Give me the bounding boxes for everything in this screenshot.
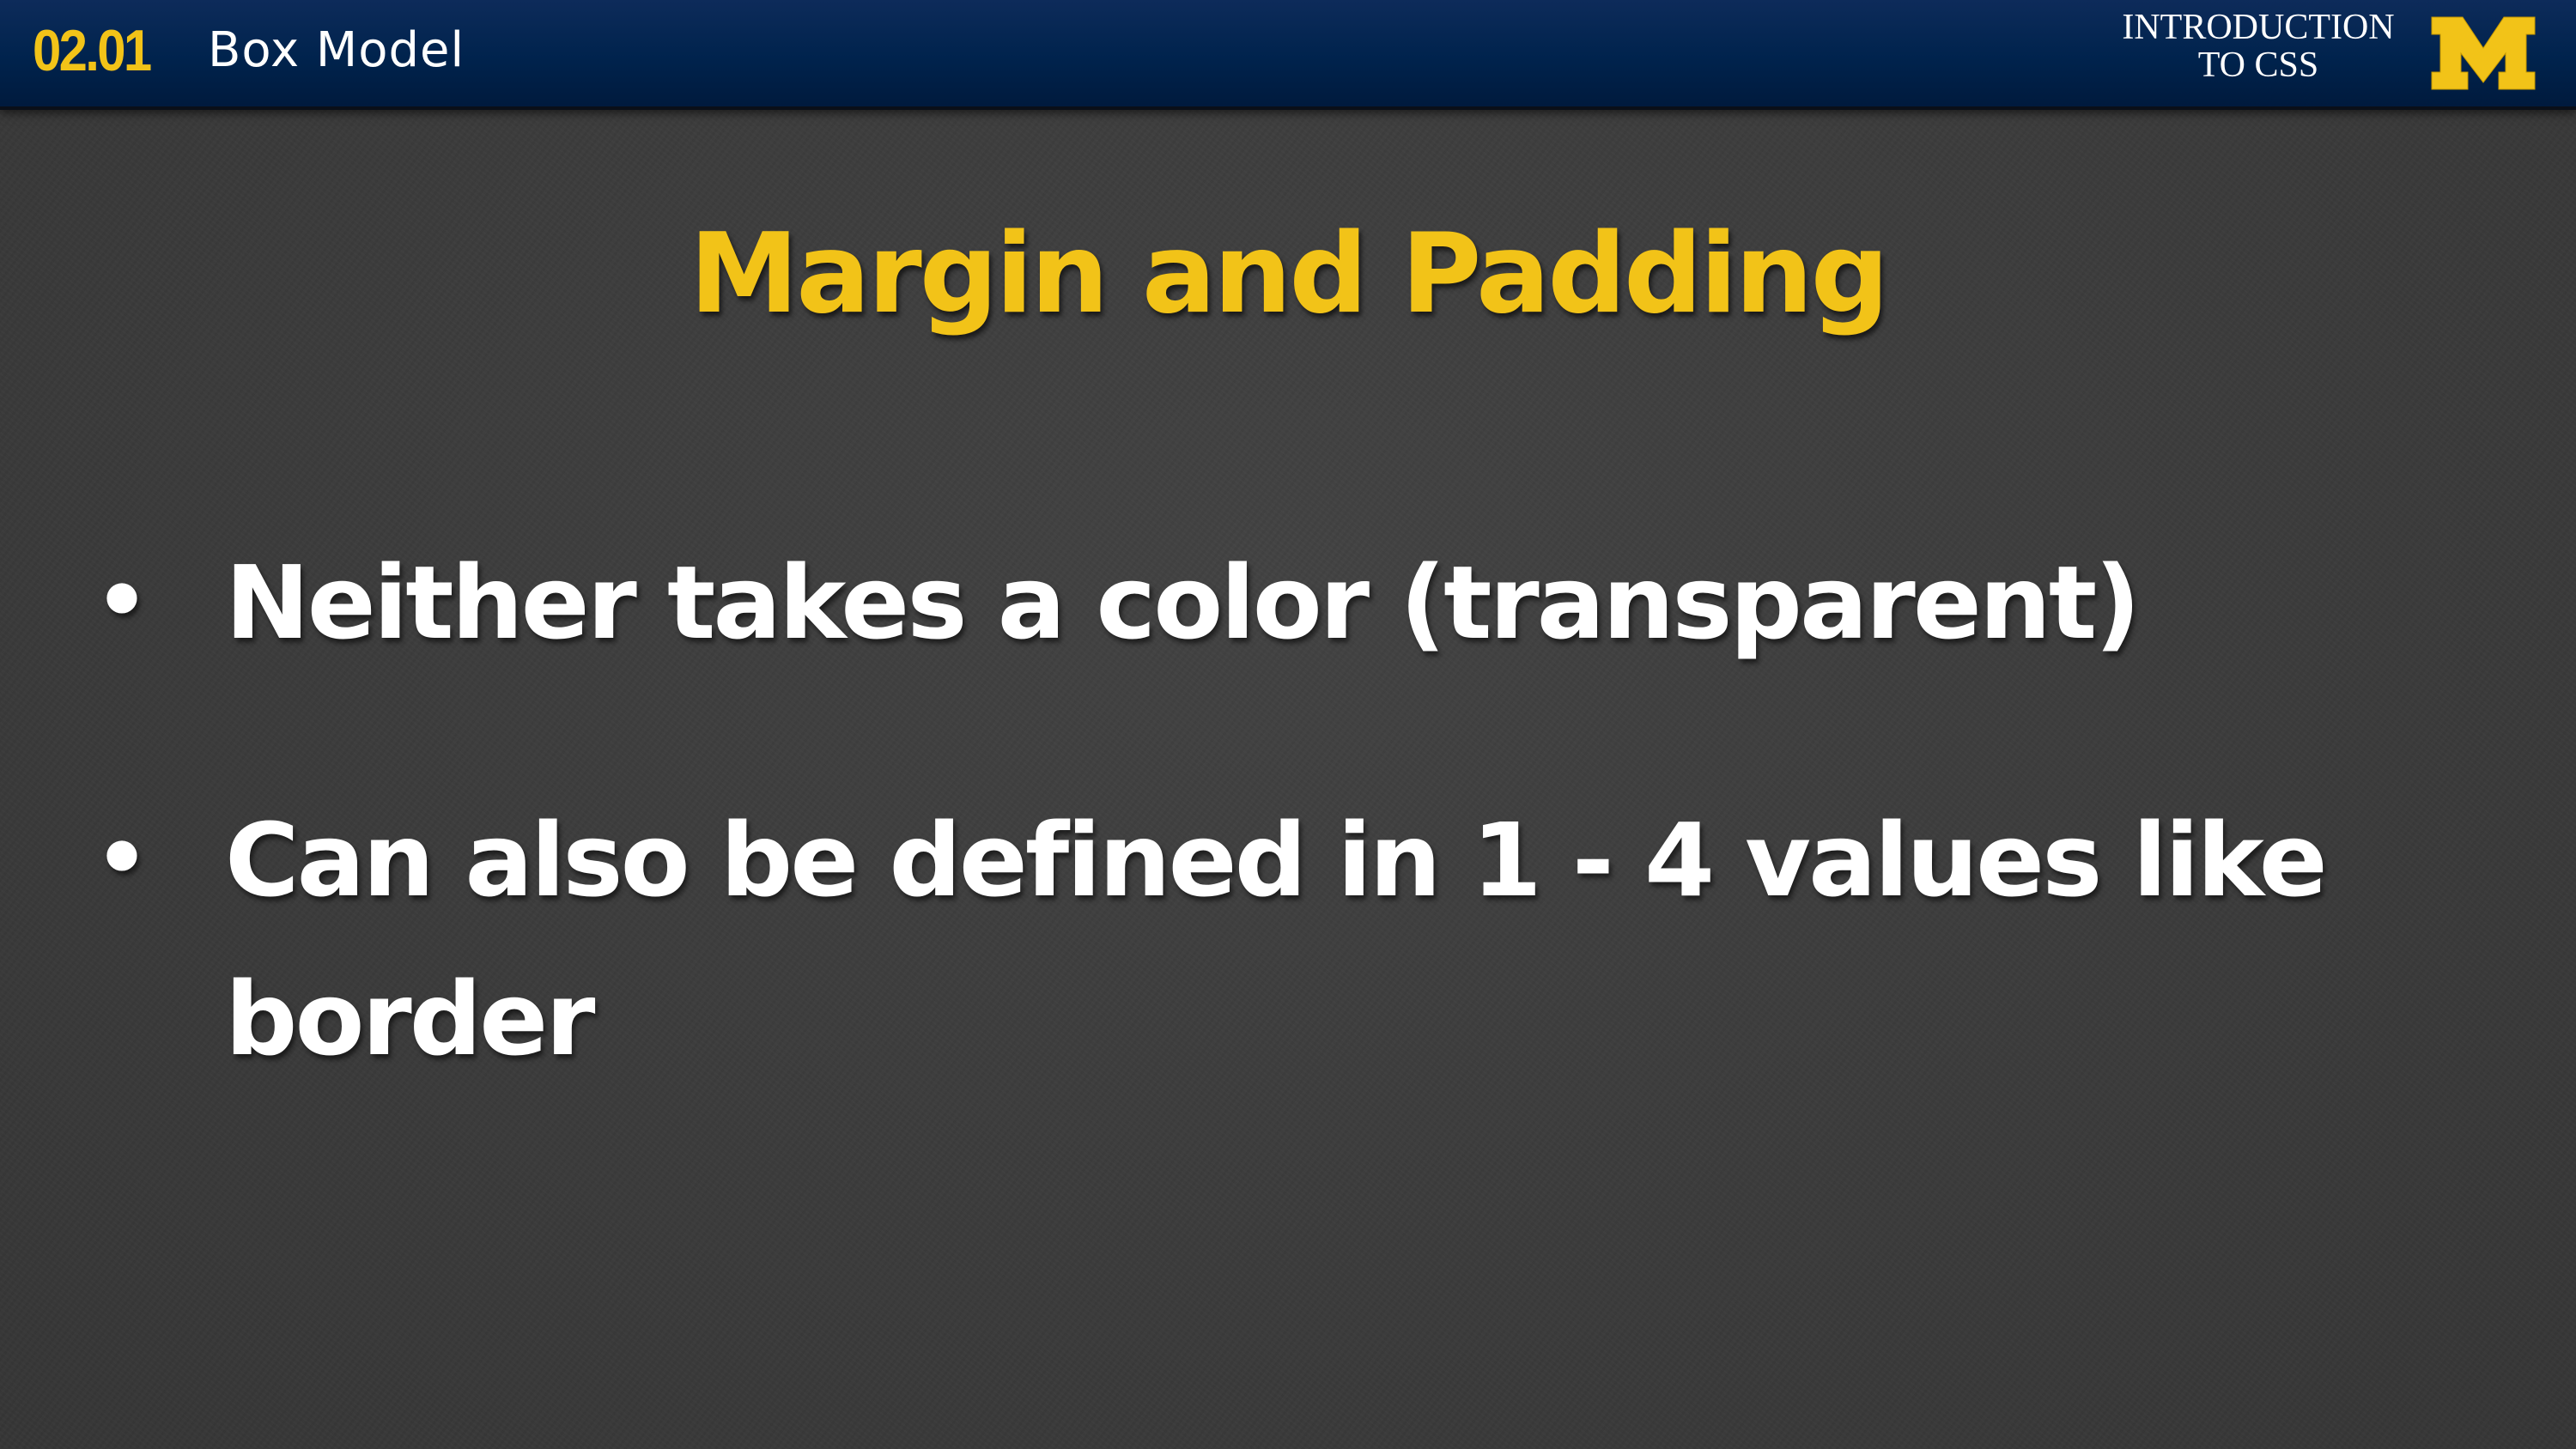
bullet-item-1: Neither takes a color (transparent) — [225, 543, 2141, 662]
bullet-item-2: Can also be defined in 1 - 4 values like… — [225, 801, 2328, 1078]
bullet-marker: • — [94, 808, 149, 908]
bullet-list: • Neither takes a color (transparent) • … — [0, 0, 2576, 1449]
bullet-marker: • — [94, 550, 149, 651]
